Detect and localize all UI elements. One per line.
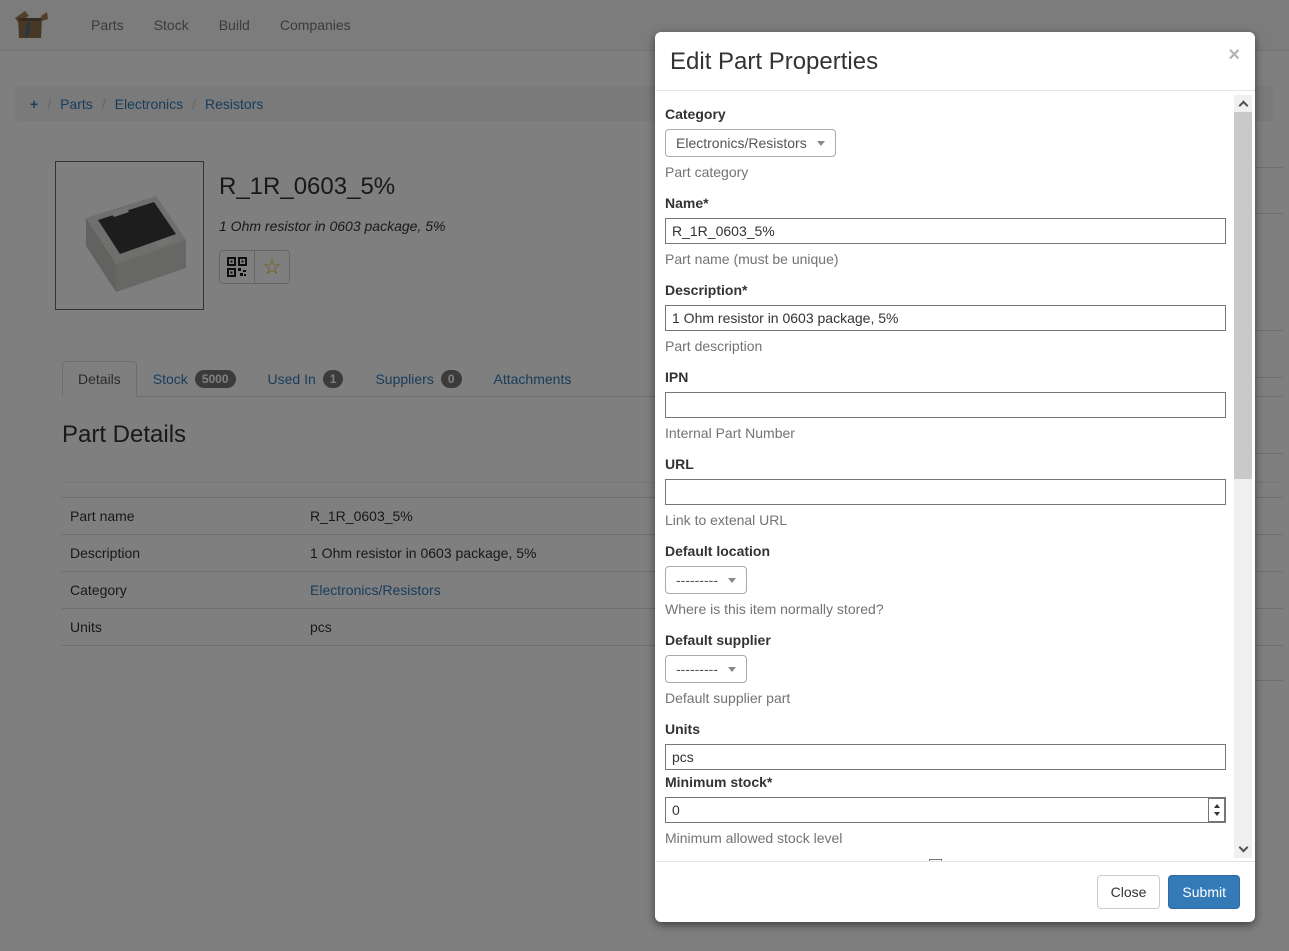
chevron-down-icon [1238,843,1248,853]
select-value: --------- [676,572,718,588]
spinner-down-icon [1214,812,1220,816]
default-supplier-select[interactable]: --------- [665,655,747,683]
url-input[interactable] [665,479,1226,505]
field-description: Description* Part description [665,282,1226,354]
submit-button[interactable]: Submit [1168,875,1240,909]
default-location-select[interactable]: --------- [665,566,747,594]
field-default-supplier: Default supplier --------- Default suppl… [665,632,1226,706]
field-label: Name* [665,195,1226,211]
modal-footer: Close Submit [655,861,1255,922]
chevron-down-icon [728,578,736,583]
field-buildable: Buildable [665,858,1226,861]
select-value: Electronics/Resistors [676,135,807,151]
description-input[interactable] [665,305,1226,331]
close-button[interactable]: Close [1097,875,1161,909]
field-label: Category [665,106,1226,122]
field-help: Internal Part Number [665,425,1226,441]
field-label: URL [665,456,1226,472]
field-help: Link to extenal URL [665,512,1226,528]
field-category: Category Electronics/Resistors Part cate… [665,106,1226,180]
buildable-checkbox[interactable] [929,859,942,861]
field-units: Units [665,721,1226,770]
number-spinner[interactable] [1208,798,1225,822]
field-label: Units [665,721,1226,737]
chevron-up-icon [1238,101,1248,111]
field-help: Where is this item normally stored? [665,601,1226,617]
modal-header: Edit Part Properties × [655,32,1255,91]
chevron-down-icon [817,141,825,146]
units-input[interactable] [665,744,1226,770]
modal-scrollbar[interactable] [1234,95,1252,858]
field-help: Part description [665,338,1226,354]
scrollbar-up-button[interactable] [1234,95,1252,112]
ipn-input[interactable] [665,392,1226,418]
field-help: Minimum allowed stock level [665,830,1226,846]
close-icon[interactable]: × [1228,45,1240,65]
field-default-location: Default location --------- Where is this… [665,543,1226,617]
minimum-stock-input[interactable] [665,797,1226,823]
modal-title: Edit Part Properties [670,47,1240,77]
chevron-down-icon [728,667,736,672]
field-label: Minimum stock* [665,774,1226,790]
spinner-up-icon [1214,804,1220,808]
scrollbar-down-button[interactable] [1234,841,1252,858]
edit-part-modal: Edit Part Properties × Category Electron… [655,32,1255,922]
field-ipn: IPN Internal Part Number [665,369,1226,441]
field-label: Default location [665,543,1226,559]
field-name: Name* Part name (must be unique) [665,195,1226,267]
modal-body: Category Electronics/Resistors Part cate… [655,91,1255,861]
select-value: --------- [676,661,718,677]
page: i Parts Stock Build Companies + / Parts … [0,0,1289,951]
field-label: Buildable [685,858,1226,861]
field-label: IPN [665,369,1226,385]
field-help: Default supplier part [665,690,1226,706]
field-minimum-stock: Minimum stock* Minimum allowed stock lev… [665,774,1226,846]
field-url: URL Link to extenal URL [665,456,1226,528]
field-help: Part category [665,164,1226,180]
name-input[interactable] [665,218,1226,244]
scrollbar-thumb[interactable] [1234,112,1252,479]
field-help: Part name (must be unique) [665,251,1226,267]
field-label: Description* [665,282,1226,298]
field-label: Default supplier [665,632,1226,648]
category-select[interactable]: Electronics/Resistors [665,129,836,157]
